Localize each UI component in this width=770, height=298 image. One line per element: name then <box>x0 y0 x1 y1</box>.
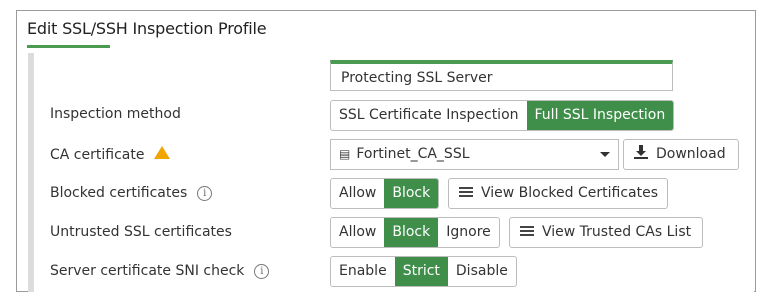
option-enable[interactable]: Enable <box>331 257 395 286</box>
page-title: Edit SSL/SSH Inspection Profile <box>27 19 267 38</box>
option-full-ssl-inspection[interactable]: Full SSL Inspection <box>526 101 674 130</box>
view-blocked-certificates-button[interactable]: View Blocked Certificates <box>448 178 668 209</box>
info-icon[interactable]: i <box>197 186 213 201</box>
option-block[interactable]: Block <box>384 218 439 247</box>
option-allow[interactable]: Allow <box>331 179 384 208</box>
inspection-method-toggle: SSL Certificate Inspection Full SSL Insp… <box>330 100 675 131</box>
download-icon <box>634 145 648 159</box>
title-underline <box>27 45 110 48</box>
download-button[interactable]: Download <box>623 139 739 170</box>
list-icon <box>459 185 473 199</box>
untrusted-certificates-label: Untrusted SSL certificates <box>50 224 232 240</box>
option-ignore[interactable]: Ignore <box>438 218 499 247</box>
view-trusted-cas-list-label: View Trusted CAs List <box>542 224 692 240</box>
sni-check-toggle: Enable Strict Disable <box>330 256 517 287</box>
view-trusted-cas-list-button[interactable]: View Trusted CAs List <box>509 217 703 248</box>
sni-check-label-text: Server certificate SNI check <box>50 263 245 279</box>
option-allow[interactable]: Allow <box>331 218 384 247</box>
list-icon <box>520 224 534 238</box>
blocked-certificates-label: Blocked certificates i <box>50 185 213 201</box>
option-block[interactable]: Block <box>384 179 439 208</box>
untrusted-certificates-toggle: Allow Block Ignore <box>330 217 500 248</box>
ca-certificate-label-text: CA certificate <box>50 147 145 163</box>
option-strict[interactable]: Strict <box>394 257 448 286</box>
ca-certificate-label: CA certificate <box>50 146 171 163</box>
blocked-certificates-label-text: Blocked certificates <box>50 185 188 201</box>
info-icon[interactable]: i <box>254 264 270 279</box>
view-blocked-certificates-label: View Blocked Certificates <box>481 185 659 201</box>
download-label: Download <box>656 146 726 162</box>
option-ssl-certificate-inspection[interactable]: SSL Certificate Inspection <box>331 101 527 130</box>
warning-icon <box>154 146 171 159</box>
sni-check-label: Server certificate SNI check i <box>50 263 270 279</box>
inspection-method-label: Inspection method <box>50 106 181 122</box>
option-disable[interactable]: Disable <box>448 257 516 286</box>
certificate-icon: ▤ <box>339 147 351 161</box>
profile-name-input[interactable]: Protecting SSL Server <box>330 60 673 91</box>
ca-certificate-value: Fortinet_CA_SSL <box>356 146 470 162</box>
ca-certificate-select[interactable]: ▤ Fortinet_CA_SSL <box>330 139 619 170</box>
blocked-certificates-toggle: Allow Block <box>330 178 440 209</box>
chevron-down-icon <box>600 152 610 157</box>
